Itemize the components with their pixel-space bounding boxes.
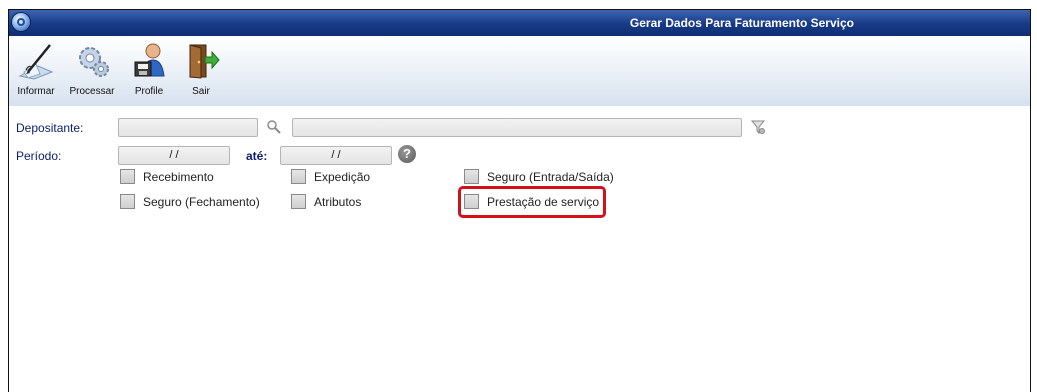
depositante-label: Depositante: xyxy=(16,121,84,135)
app-window: Gerar Dados Para Faturamento Serviço Inf… xyxy=(8,9,1031,392)
ate-label: até: xyxy=(246,149,268,163)
help-icon[interactable]: ? xyxy=(398,145,416,163)
highlight-box xyxy=(458,186,606,218)
exit-door-icon xyxy=(181,42,221,80)
checkbox-label: Expedição xyxy=(314,170,371,184)
profile-button[interactable]: Profile xyxy=(127,42,171,97)
checkbox-box[interactable] xyxy=(464,169,479,184)
checkbox-box[interactable] xyxy=(291,194,306,209)
checkbox-recebimento[interactable]: Recebimento xyxy=(120,169,214,185)
checkbox-label: Seguro (Fechamento) xyxy=(143,195,260,209)
window-title: Gerar Dados Para Faturamento Serviço xyxy=(629,16,854,30)
checkbox-seguro-fechamento[interactable]: Seguro (Fechamento) xyxy=(120,194,260,210)
processar-button[interactable]: Processar xyxy=(65,42,119,97)
checkbox-atributos[interactable]: Atributos xyxy=(291,194,361,210)
checkbox-label: Seguro (Entrada/Saída) xyxy=(487,170,614,184)
checkbox-box[interactable] xyxy=(120,169,135,184)
checkbox-box[interactable] xyxy=(120,194,135,209)
checkbox-box[interactable] xyxy=(291,169,306,184)
checkbox-label: Recebimento xyxy=(143,170,214,184)
depositante-name-input[interactable] xyxy=(292,118,742,137)
periodo-start-input[interactable]: / / xyxy=(118,146,230,165)
periodo-label: Período: xyxy=(16,149,62,163)
checkbox-expedicao[interactable]: Expedição xyxy=(291,169,370,185)
gears-icon xyxy=(72,42,112,80)
checkbox-seguro-entrada-saida[interactable]: Seguro (Entrada/Saída) xyxy=(464,169,614,185)
periodo-end-input[interactable]: / / xyxy=(280,146,392,165)
depositante-code-input[interactable] xyxy=(118,118,258,137)
filter-icon[interactable] xyxy=(750,119,766,135)
search-icon[interactable] xyxy=(266,119,282,135)
app-icon[interactable] xyxy=(12,13,30,31)
sair-button[interactable]: Sair xyxy=(181,42,221,97)
form-area: Depositante: Período: / / até: / / ? Rec… xyxy=(9,106,1030,392)
informar-button[interactable]: Informar xyxy=(11,42,61,97)
pencil-note-icon xyxy=(16,42,56,80)
title-bar: Gerar Dados Para Faturamento Serviço xyxy=(9,10,1030,36)
user-profile-icon xyxy=(129,42,169,80)
toolbar: Informar Processar Profile Sair xyxy=(9,36,1030,106)
checkbox-label: Atributos xyxy=(314,195,362,209)
